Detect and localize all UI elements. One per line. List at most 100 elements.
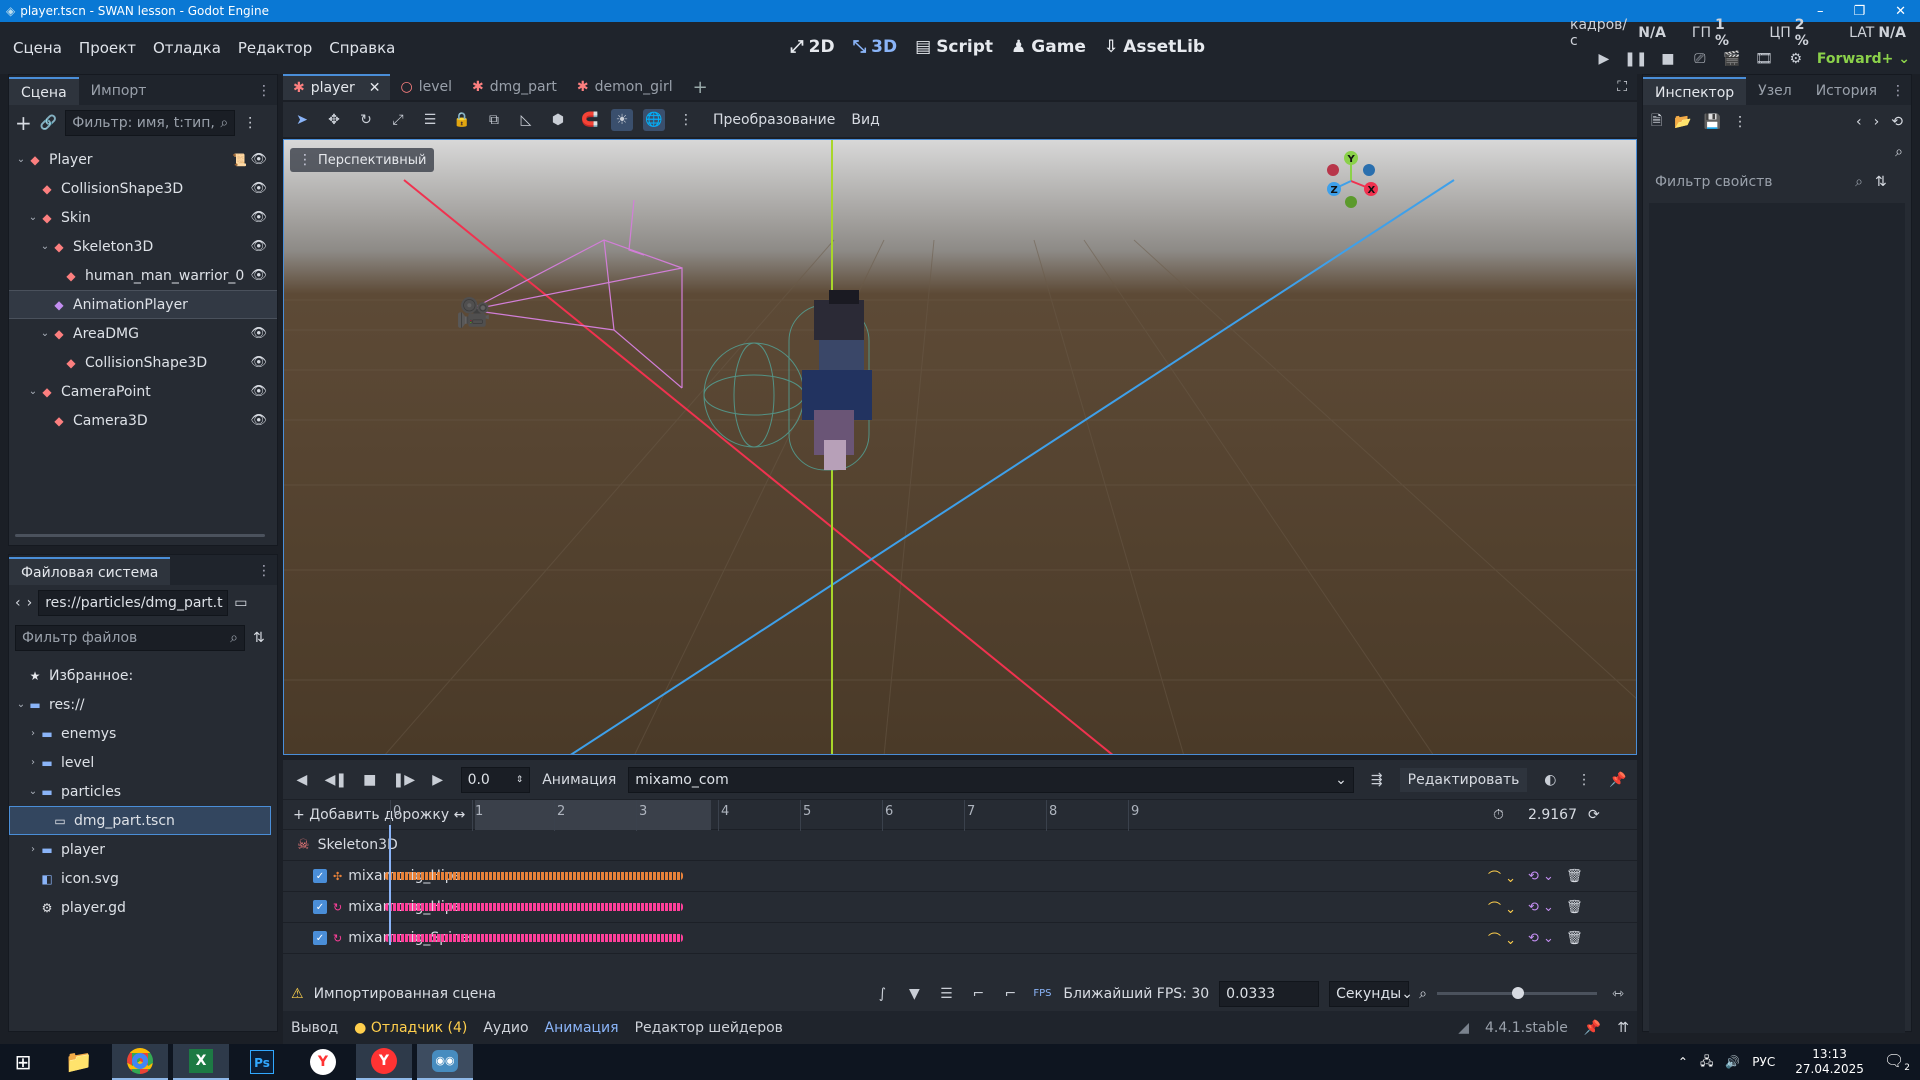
split-view-icon[interactable]: ▭: [234, 595, 247, 611]
script-icon[interactable]: 📜: [232, 153, 247, 167]
transform-menu[interactable]: Преобразование: [713, 112, 835, 128]
property-sort-icon[interactable]: ⇅: [1875, 174, 1887, 190]
history-back-icon[interactable]: ‹: [1856, 114, 1862, 130]
expand-arrow-icon[interactable]: ⌄: [27, 212, 39, 223]
snap-keys-icon[interactable]: ⌐: [967, 983, 989, 1005]
scene-tab[interactable]: ✱ player ✕: [283, 74, 391, 100]
tab-inspector[interactable]: Инспектор: [1643, 77, 1747, 105]
scene-node[interactable]: ⌄ ◆ Skin 👁: [9, 203, 277, 232]
select-tool-icon[interactable]: ➤: [291, 109, 313, 131]
snap-icon[interactable]: 🧲: [579, 109, 601, 131]
interpolation-icon[interactable]: ⌒ ⌄: [1488, 898, 1516, 917]
visibility-eye-icon[interactable]: 👁: [250, 326, 267, 341]
expand-arrow-icon[interactable]: ⌄: [15, 154, 27, 165]
workspace-assetlib[interactable]: ⇩ AssetLib: [1104, 37, 1205, 57]
fs-item[interactable]: ⚙ player.gd: [9, 893, 277, 922]
expand-arrow-icon[interactable]: ⌄: [39, 328, 51, 339]
play-backwards-start-icon[interactable]: ◀: [291, 769, 313, 791]
loop-mode-icon[interactable]: ⟲ ⌄: [1528, 900, 1554, 915]
tab-animation[interactable]: Анимация: [545, 1020, 619, 1036]
view-menu[interactable]: Вид: [851, 112, 879, 128]
play-icon[interactable]: ▶: [1593, 48, 1615, 70]
fs-filter-input[interactable]: Фильтр файлов ⌕: [15, 625, 245, 651]
delete-track-icon[interactable]: 🗑: [1566, 900, 1583, 915]
forward-icon[interactable]: ›: [27, 595, 33, 611]
play-scene-icon[interactable]: 🎬: [1721, 48, 1743, 70]
chrome-icon[interactable]: [112, 1044, 168, 1080]
workspace-3d[interactable]: ⤡ 3D: [853, 37, 898, 57]
tab-scene[interactable]: Сцена: [9, 77, 79, 105]
visibility-eye-icon[interactable]: 👁: [250, 239, 267, 254]
loop-mode-icon[interactable]: ⟲ ⌄: [1528, 931, 1554, 946]
scene-node[interactable]: ◆ Camera3D 👁: [9, 406, 277, 435]
inspector-menu-icon[interactable]: ⋮: [1891, 83, 1905, 99]
resource-menu-icon[interactable]: ⋮: [1733, 114, 1747, 130]
visibility-eye-icon[interactable]: 👁: [250, 384, 267, 399]
animation-track[interactable]: ✓↻mixamorig_Hips⌒ ⌄⟲ ⌄🗑: [283, 892, 1637, 923]
movie-maker-icon[interactable]: ⚙: [1785, 48, 1807, 70]
move-tool-icon[interactable]: ✥: [323, 109, 345, 131]
imported-scene-warning[interactable]: Импортированная сцена: [314, 986, 497, 1002]
clock[interactable]: 13:13 27.04.2025: [1795, 1047, 1864, 1077]
back-icon[interactable]: ‹: [15, 595, 21, 611]
track-keyframes[interactable]: [385, 872, 683, 880]
visibility-eye-icon[interactable]: 👁: [250, 355, 267, 370]
menu-item-1[interactable]: Проект: [79, 39, 136, 57]
stop-animation-icon[interactable]: ■: [359, 769, 381, 791]
scene-tab[interactable]: ○ level: [390, 74, 462, 100]
delete-track-icon[interactable]: 🗑: [1566, 869, 1583, 884]
workspace-2d[interactable]: ⤢ 2D: [790, 37, 835, 57]
start-button[interactable]: ⊞: [0, 1044, 46, 1080]
axis-gizmo[interactable]: Y X Z: [1318, 148, 1384, 214]
workspace-script[interactable]: ▤ Script: [915, 37, 993, 57]
new-resource-icon[interactable]: 🗎: [1651, 110, 1662, 134]
fs-item[interactable]: ▭ dmg_part.tscn: [9, 806, 271, 835]
tab-node[interactable]: Узел: [1746, 77, 1804, 105]
sun-preview-icon[interactable]: ☀: [611, 108, 633, 131]
fit-timeline-icon[interactable]: ⇿: [1607, 983, 1629, 1005]
expand-arrow-icon[interactable]: ⌄: [27, 786, 39, 797]
tab-debugger[interactable]: ● Отладчик (4): [354, 1020, 467, 1036]
fs-path-input[interactable]: res://particles/dmg_part.t: [38, 590, 229, 616]
track-keyframes[interactable]: [385, 934, 683, 942]
notifications-icon[interactable]: 🗨2: [1884, 1051, 1910, 1073]
tab-output[interactable]: Вывод: [291, 1020, 338, 1036]
time-spinbox[interactable]: 0.0 ⇕: [460, 766, 531, 793]
godot-taskbar-icon[interactable]: ◉◉: [417, 1044, 473, 1080]
units-select[interactable]: Секунды ⌄: [1329, 980, 1413, 1007]
fs-item[interactable]: ⌄ ▬ res://: [9, 690, 277, 719]
scale-tool-icon[interactable]: ⤢: [387, 109, 409, 131]
animation-select[interactable]: mixamo_com ⌄: [628, 766, 1354, 793]
track-keyframes[interactable]: [385, 903, 683, 911]
expand-arrow-icon[interactable]: ⌄: [27, 386, 39, 397]
bezier-icon[interactable]: ∫: [871, 983, 893, 1005]
link-icon[interactable]: 🔗: [40, 115, 57, 131]
scene-tab[interactable]: ✱ dmg_part: [462, 74, 567, 100]
property-filter-input[interactable]: Фильтр свойств ⌕: [1649, 169, 1869, 195]
photoshop-icon[interactable]: Ps: [234, 1044, 290, 1080]
visibility-eye-icon[interactable]: 👁: [250, 413, 267, 428]
stop-icon[interactable]: ■: [1657, 48, 1679, 70]
onion-skin-icon[interactable]: ◐: [1539, 769, 1561, 791]
fs-dock-menu-icon[interactable]: ⋮: [257, 563, 271, 579]
scene-tree-scrollbar[interactable]: [15, 534, 265, 537]
pause-icon[interactable]: ❚❚: [1624, 48, 1647, 70]
environment-preview-icon[interactable]: 🌐: [643, 108, 665, 131]
track-enabled-checkbox[interactable]: ✓: [313, 931, 327, 945]
zoom-slider-handle[interactable]: [1512, 987, 1524, 999]
fs-item[interactable]: ★ Избранное:: [9, 661, 277, 690]
interpolation-icon[interactable]: ⌒ ⌄: [1488, 929, 1516, 948]
group-icon[interactable]: ⧉: [483, 109, 505, 131]
save-resource-icon[interactable]: 💾: [1704, 114, 1721, 130]
loop-icon[interactable]: ⟳: [1588, 807, 1600, 823]
tab-filesystem[interactable]: Файловая система: [9, 557, 171, 585]
scene-node[interactable]: ⌄ ◆ Player 📜 👁: [9, 145, 277, 174]
lock-icon[interactable]: 🔒: [451, 109, 473, 131]
visibility-eye-icon[interactable]: 👁: [250, 268, 267, 283]
tab-audio[interactable]: Аудио: [483, 1020, 528, 1036]
fs-item[interactable]: ◧ icon.svg: [9, 864, 277, 893]
snap-timeline-icon[interactable]: ⌐: [999, 983, 1021, 1005]
volume-icon[interactable]: 🔊: [1725, 1055, 1740, 1069]
scene-filter-input[interactable]: Фильтр: имя, t:тип, ⌕: [65, 110, 236, 136]
timeline-ruler[interactable]: 0 1 2 3 4 5 6 7 8 9: [283, 800, 1283, 831]
